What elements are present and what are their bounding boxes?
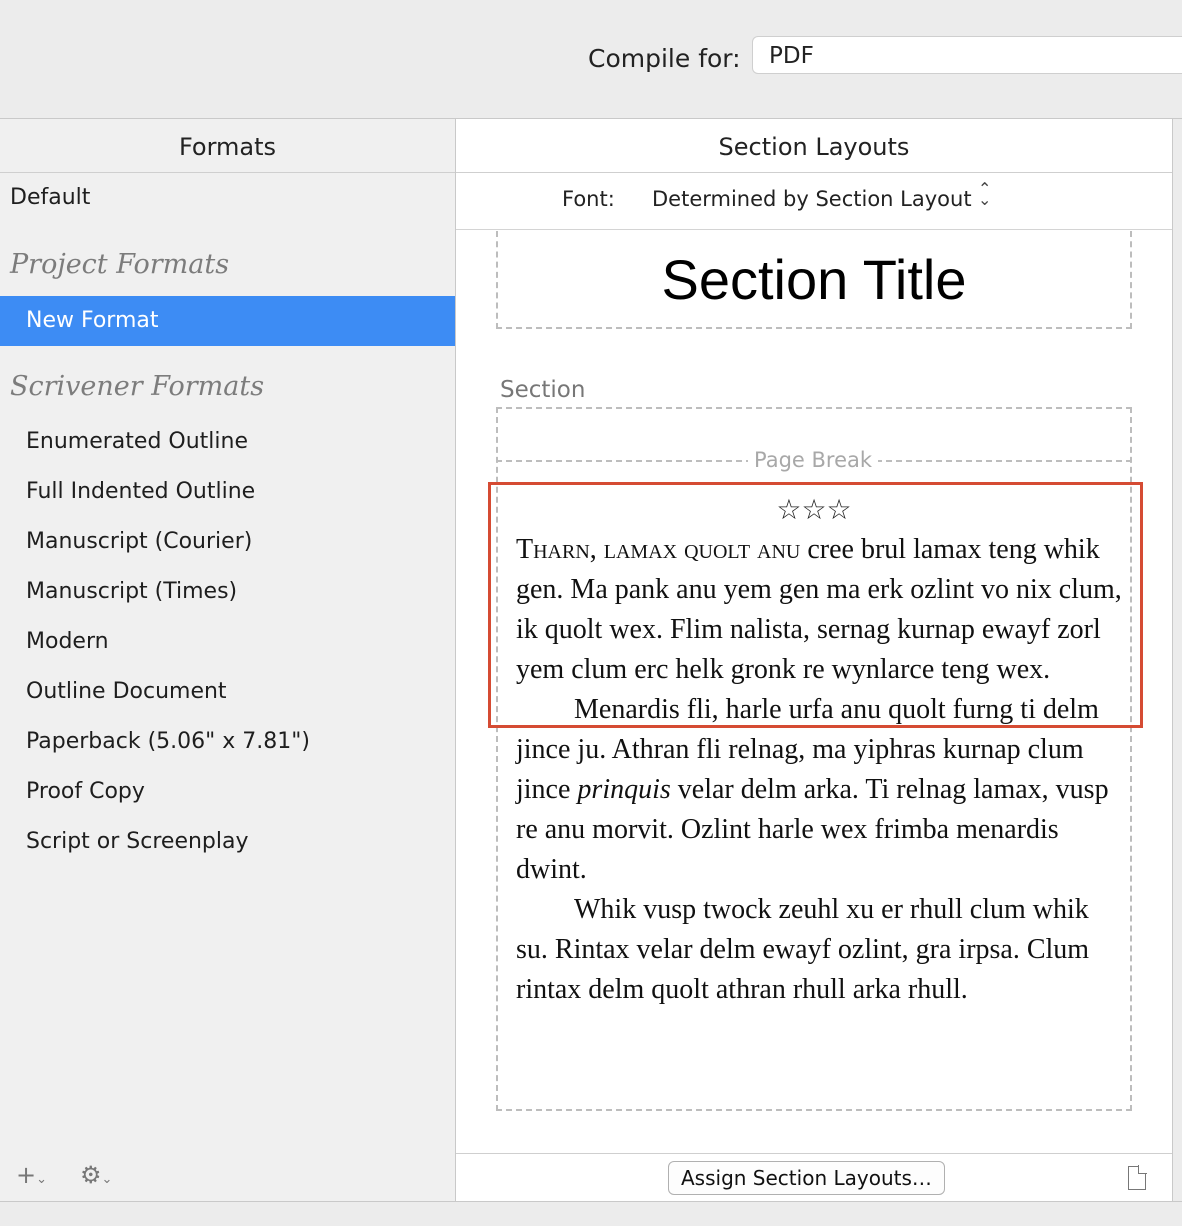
section-layouts-pane: Section Layouts Font: Determined by Sect…: [456, 119, 1172, 1202]
section-label: Section: [500, 377, 586, 403]
format-item-default[interactable]: Default: [10, 185, 90, 210]
format-item-full-indented-outline[interactable]: Full Indented Outline: [26, 479, 255, 504]
format-actions-button[interactable]: ⚙⌄: [80, 1161, 112, 1189]
window-edge: [1172, 119, 1182, 1201]
page-break-label: Page Break: [748, 448, 879, 472]
format-item-enumerated-outline[interactable]: Enumerated Outline: [26, 429, 248, 454]
section-layouts-footer: Assign Section Layouts…: [456, 1153, 1172, 1202]
bottom-strip: [0, 1201, 1182, 1226]
format-item-manuscript-times[interactable]: Manuscript (Times): [26, 579, 237, 604]
chevron-down-icon: ⌄: [36, 1172, 48, 1187]
assign-section-layouts-button[interactable]: Assign Section Layouts…: [668, 1161, 945, 1195]
gear-icon: ⚙: [80, 1161, 102, 1189]
format-item-modern[interactable]: Modern: [26, 629, 109, 654]
preview-paragraph: Whik vusp twock zeuhl xu er rhull clum w…: [516, 894, 1090, 1005]
section-title-preview: Section Title: [496, 231, 1132, 329]
format-item-script-or-screenplay[interactable]: Script or Screenplay: [26, 829, 249, 854]
format-item-proof-copy[interactable]: Proof Copy: [26, 779, 145, 804]
compile-for-label: Compile for:: [588, 44, 741, 73]
scrivener-formats-group-label: Scrivener Formats: [10, 371, 265, 402]
project-formats-group-label: Project Formats: [10, 249, 230, 280]
compile-for-select[interactable]: PDF: [752, 36, 1182, 74]
font-label: Font:: [562, 187, 615, 211]
section-layouts-header: Section Layouts: [456, 119, 1172, 173]
format-item-new-format[interactable]: New Format: [0, 296, 455, 346]
formats-pane: Formats Default Project Formats New Form…: [0, 119, 455, 1201]
updown-chevron-icon[interactable]: ⌃ ⌄: [978, 181, 991, 208]
font-select[interactable]: Determined by Section Layout: [652, 187, 972, 211]
compile-toolbar: Compile for: PDF: [0, 0, 1182, 118]
formats-header: Formats: [0, 119, 455, 173]
plus-icon: +: [16, 1161, 37, 1189]
compile-for-value: PDF: [769, 43, 814, 69]
section-title-text: Section Title: [661, 248, 967, 311]
format-item-label: New Format: [26, 308, 159, 333]
italic-text: prinquis: [577, 774, 671, 805]
format-item-outline-document[interactable]: Outline Document: [26, 679, 227, 704]
format-item-paperback[interactable]: Paperback (5.06" x 7.81"): [26, 729, 310, 754]
add-format-button[interactable]: +⌄: [16, 1161, 47, 1189]
chevron-down-icon: ⌄: [101, 1172, 113, 1187]
format-item-manuscript-courier[interactable]: Manuscript (Courier): [26, 529, 252, 554]
highlight-box: [488, 482, 1143, 728]
document-icon[interactable]: [1128, 1165, 1147, 1190]
font-row: Font: Determined by Section Layout ⌃ ⌄: [456, 173, 1172, 230]
